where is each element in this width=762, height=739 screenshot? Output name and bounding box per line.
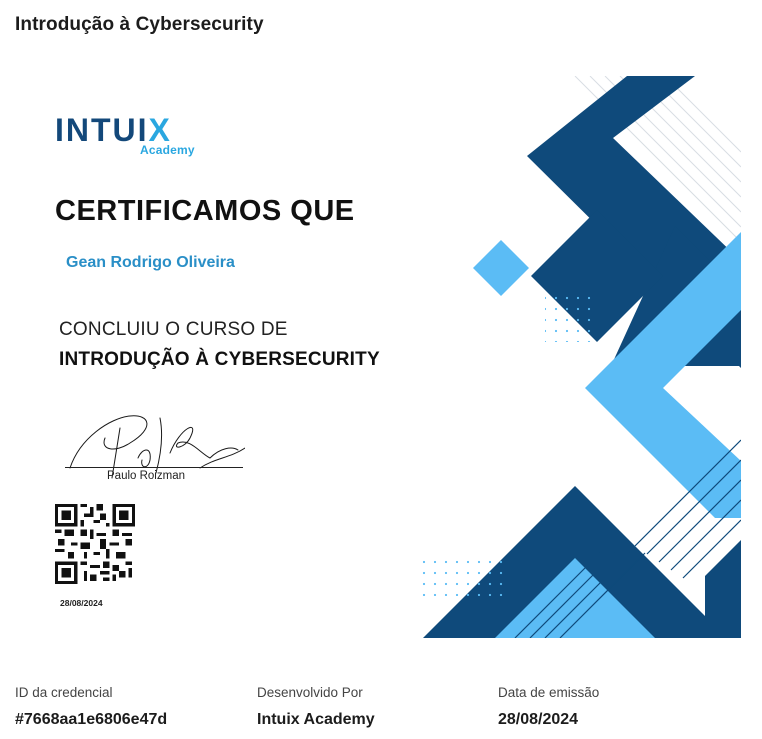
- developer-value: Intuix Academy: [257, 711, 375, 728]
- issue-date-value: 28/08/2024: [498, 711, 579, 728]
- course-name: INTRODUÇÃO À CYBERSECURITY: [59, 349, 380, 370]
- logo-subtitle: Academy: [140, 143, 195, 157]
- qr-code: [55, 504, 135, 584]
- signer-name: Paulo Roizman: [107, 470, 185, 482]
- logo-main-text: INTUI: [55, 112, 149, 148]
- developer-label: Desenvolvido Por: [257, 685, 363, 700]
- certificate-image: INTUIX Academy CERTIFICAMOS QUE Gean Rod…: [15, 76, 741, 638]
- signature-line: [65, 467, 243, 468]
- credential-id-label: ID da credencial: [15, 685, 113, 700]
- certificate-date: 28/08/2024: [60, 598, 103, 608]
- certificate-heading: CERTIFICAMOS QUE: [55, 195, 355, 227]
- issue-date-label: Data de emissão: [498, 685, 600, 700]
- intuix-logo: INTUIX Academy: [55, 112, 195, 157]
- recipient-name: Gean Rodrigo Oliveira: [66, 254, 235, 271]
- page-title: Introdução à Cybersecurity: [15, 14, 264, 35]
- credential-id-value: #7668aa1e6806e47d: [15, 711, 168, 728]
- course-intro: CONCLUIU O CURSO DE: [59, 319, 288, 340]
